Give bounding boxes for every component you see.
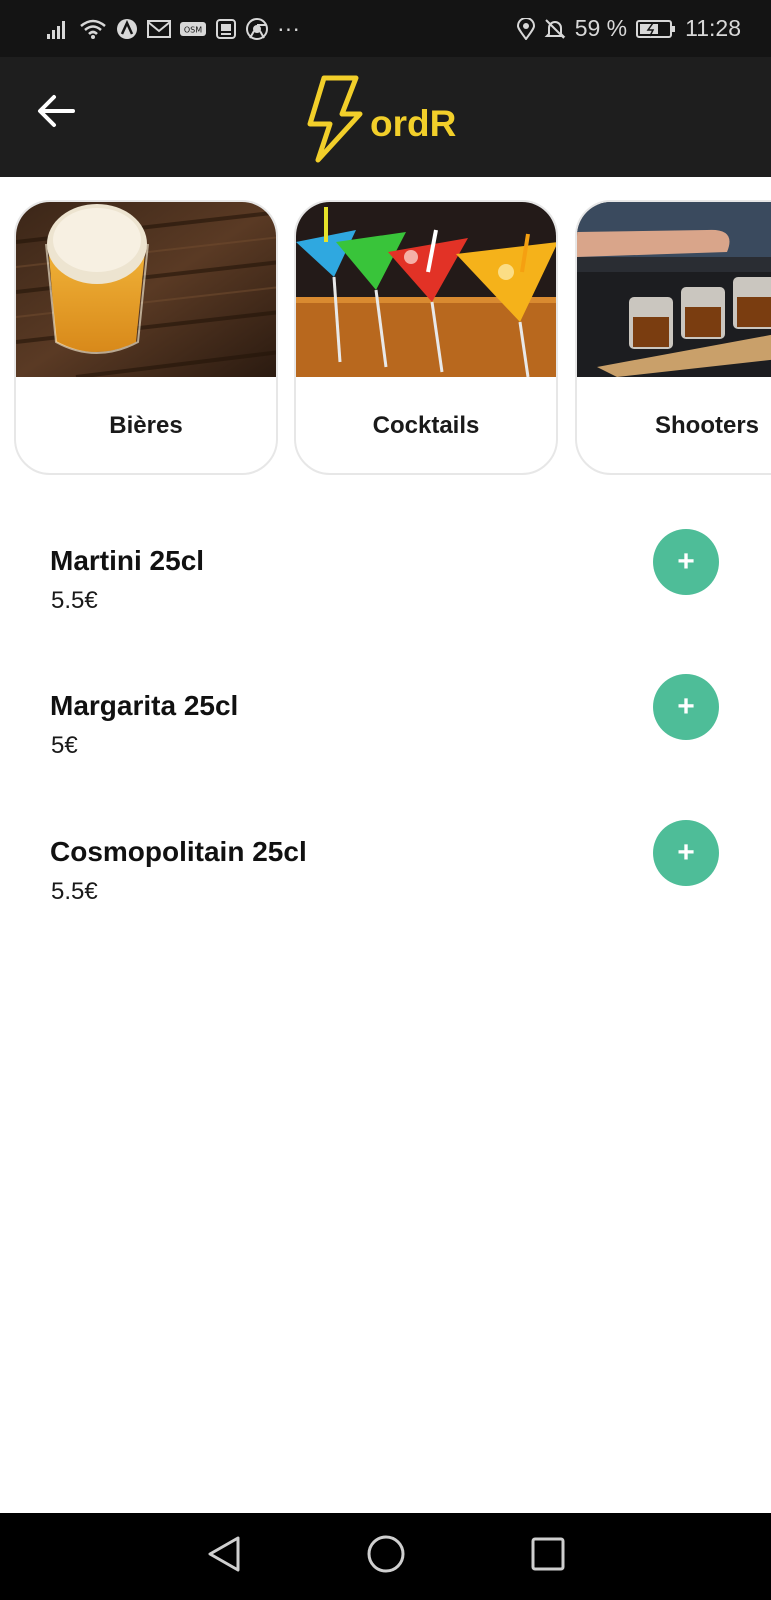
beer-photo xyxy=(16,202,276,377)
signal-icon xyxy=(46,18,70,40)
lightning-bolt-icon xyxy=(304,74,366,169)
add-button[interactable]: + xyxy=(653,820,719,886)
logo-text: ordR xyxy=(370,103,457,144)
nav-recents-button[interactable] xyxy=(520,1529,576,1585)
osm-icon: OSM xyxy=(180,21,206,37)
chrome-icon xyxy=(246,17,268,40)
category-label: Shooters xyxy=(654,412,759,439)
category-carousel[interactable]: Bières Cocktails Shooters xyxy=(0,200,771,476)
back-button[interactable] xyxy=(28,85,84,141)
app-logo: ordR xyxy=(304,74,457,169)
mail-icon xyxy=(147,19,171,39)
nav-home-button[interactable] xyxy=(358,1529,414,1585)
battery-percent: 59 % xyxy=(574,15,628,41)
menu-item: Martini 25cl 5.5€ + xyxy=(50,529,730,645)
picture-icon xyxy=(215,18,237,40)
back-triangle-icon xyxy=(206,1534,242,1579)
app-bar: ordR xyxy=(0,57,771,177)
wifi-icon xyxy=(79,18,107,40)
item-price: 5€ xyxy=(51,732,78,759)
system-nav-bar xyxy=(0,1513,771,1600)
menu-item: Cosmopolitain 25cl 5.5€ + xyxy=(50,820,730,936)
category-label: Cocktails xyxy=(372,412,480,439)
battery-charging-icon xyxy=(636,19,676,39)
add-button[interactable]: + xyxy=(653,674,719,740)
item-price: 5.5€ xyxy=(51,878,98,905)
menu-item: Margarita 25cl 5€ + xyxy=(50,674,730,790)
bell-off-icon xyxy=(544,18,566,40)
status-bar: OSM ··· 59 % 11:28 xyxy=(0,0,771,57)
arrow-left-icon xyxy=(37,94,75,133)
item-price: 5.5€ xyxy=(51,587,98,614)
nav-back-button[interactable] xyxy=(196,1529,252,1585)
vpn-icon xyxy=(116,18,138,40)
status-right-icons: 59 % 11:28 xyxy=(516,15,741,42)
category-card-bieres[interactable]: Bières xyxy=(14,200,278,475)
more-notifications: ··· xyxy=(277,15,300,41)
osm-label: OSM xyxy=(184,25,202,34)
clock: 11:28 xyxy=(685,15,741,41)
recents-square-icon xyxy=(530,1536,566,1577)
item-name: Margarita 25cl xyxy=(50,690,239,721)
category-label: Bières xyxy=(109,412,183,439)
item-name: Cosmopolitain 25cl xyxy=(50,836,307,867)
item-name: Martini 25cl xyxy=(50,545,205,576)
category-card-shooters[interactable]: Shooters xyxy=(575,200,771,475)
category-card-cocktails[interactable]: Cocktails xyxy=(294,200,558,475)
shooters-photo xyxy=(577,202,771,377)
cocktails-photo xyxy=(296,202,556,377)
status-left-icons: OSM ··· xyxy=(46,15,300,42)
add-button[interactable]: + xyxy=(653,529,719,595)
home-circle-icon xyxy=(366,1534,406,1579)
location-icon xyxy=(516,17,535,40)
